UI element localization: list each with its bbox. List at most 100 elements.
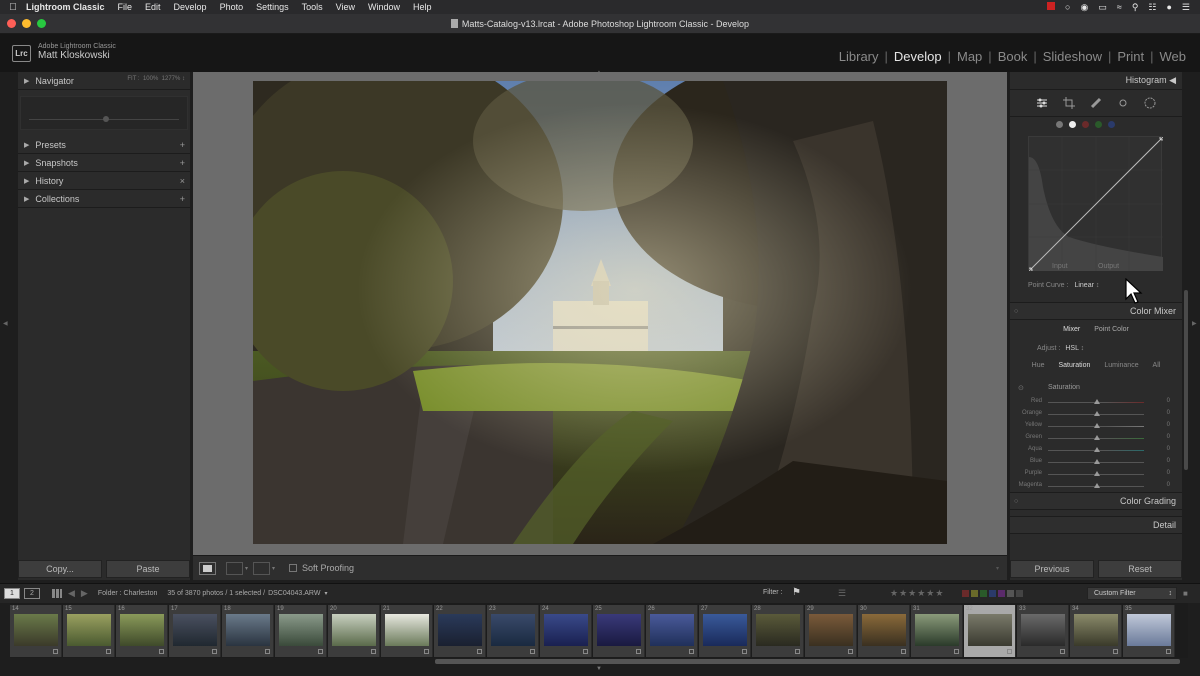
- thumbnail-image[interactable]: [279, 614, 323, 646]
- filter-lock-icon[interactable]: ■: [1183, 589, 1188, 598]
- red-app-icon[interactable]: [1047, 1, 1056, 10]
- thumbnail-image[interactable]: [756, 614, 800, 646]
- menu-settings[interactable]: Settings: [256, 2, 289, 12]
- tab-point-color[interactable]: Point Color: [1094, 326, 1129, 333]
- filmstrip-thumbnail[interactable]: 16: [116, 605, 168, 657]
- filmstrip-thumbnail[interactable]: 30: [858, 605, 910, 657]
- module-print[interactable]: Print: [1117, 49, 1144, 64]
- search-icon[interactable]: ⚲: [1132, 2, 1139, 13]
- flag-filter-icon[interactable]: ⚑: [792, 587, 801, 598]
- navigator-preview[interactable]: [20, 96, 188, 130]
- slider-knob[interactable]: [1094, 411, 1100, 416]
- slider-knob[interactable]: [1094, 423, 1100, 428]
- filmstrip-thumbnail[interactable]: 21: [381, 605, 433, 657]
- curve-graph[interactable]: [1027, 135, 1165, 273]
- control-center-icon[interactable]: ☷: [1148, 2, 1156, 13]
- snapshots-header[interactable]: ▶ Snapshots +: [18, 154, 190, 172]
- green-channel-icon[interactable]: [1095, 121, 1102, 128]
- thumbnail-image[interactable]: [544, 614, 588, 646]
- panel-toggle-icon[interactable]: ○: [1014, 493, 1018, 510]
- thumbnail-image[interactable]: [491, 614, 535, 646]
- filmstrip-thumbnail[interactable]: 33: [1017, 605, 1069, 657]
- menu-file[interactable]: File: [118, 2, 133, 12]
- loupe-view-button[interactable]: [199, 561, 216, 575]
- color-label-filter[interactable]: [962, 590, 1023, 597]
- filmstrip-thumbnail[interactable]: 14: [10, 605, 62, 657]
- red-eye-icon[interactable]: [1116, 96, 1130, 110]
- filmstrip-thumbnail[interactable]: 34: [1070, 605, 1122, 657]
- swap-button[interactable]: [253, 561, 271, 575]
- filmstrip-thumbnail[interactable]: 20: [328, 605, 380, 657]
- forward-arrow-icon[interactable]: ▶: [81, 588, 88, 599]
- rating-filter-stars[interactable]: ★★★★★★: [890, 588, 944, 599]
- masking-icon[interactable]: [1143, 96, 1157, 110]
- healing-icon[interactable]: [1089, 96, 1103, 110]
- tab-luminance[interactable]: Luminance: [1104, 362, 1138, 369]
- module-map[interactable]: Map: [957, 49, 982, 64]
- slider-knob[interactable]: [1094, 435, 1100, 440]
- menu-photo[interactable]: Photo: [220, 2, 244, 12]
- thumbnail-image[interactable]: [385, 614, 429, 646]
- record-icon[interactable]: ◉: [1080, 2, 1088, 13]
- filmstrip-thumbnail[interactable]: 23: [487, 605, 539, 657]
- clear-history-icon[interactable]: ×: [180, 176, 185, 186]
- thumbnail-image[interactable]: [332, 614, 376, 646]
- reset-button[interactable]: Reset: [1098, 560, 1182, 578]
- targeted-adjust-icon[interactable]: ⊙: [1018, 384, 1024, 392]
- grid-view-icon[interactable]: [52, 589, 62, 598]
- back-arrow-icon[interactable]: ◀: [68, 588, 75, 599]
- tab-mixer[interactable]: Mixer: [1063, 326, 1080, 333]
- add-preset-icon[interactable]: +: [180, 140, 185, 150]
- menu-tools[interactable]: Tools: [302, 2, 323, 12]
- menu-edit[interactable]: Edit: [145, 2, 161, 12]
- right-panel-scrollbar[interactable]: [1184, 290, 1188, 470]
- slider-knob[interactable]: [1094, 471, 1100, 476]
- module-book[interactable]: Book: [998, 49, 1028, 64]
- main-photo[interactable]: [253, 81, 947, 544]
- filmstrip-thumbnail[interactable]: 32: [964, 605, 1016, 657]
- collections-header[interactable]: ▶ Collections +: [18, 190, 190, 208]
- navigator-header[interactable]: ▶ Navigator FIT : 100% 1277% ↕: [18, 72, 190, 90]
- notification-icon[interactable]: ☰: [1182, 2, 1190, 13]
- thumbnail-image[interactable]: [968, 614, 1012, 646]
- filmstrip-thumbnail[interactable]: 29: [805, 605, 857, 657]
- close-icon[interactable]: [7, 19, 16, 28]
- thumbnail-image[interactable]: [703, 614, 747, 646]
- thumbnail-image[interactable]: [67, 614, 111, 646]
- point-curve-icon[interactable]: [1069, 121, 1076, 128]
- dropdown-arrow-icon[interactable]: ▾: [245, 565, 248, 572]
- toolbar-menu-icon[interactable]: ▾: [996, 565, 999, 572]
- filmstrip-thumbnail[interactable]: 26: [646, 605, 698, 657]
- crop-icon[interactable]: [1062, 96, 1076, 110]
- adjust-select[interactable]: Adjust : HSL ↕: [1037, 345, 1084, 352]
- folder-source[interactable]: Folder : Charleston: [98, 590, 158, 597]
- copy-button[interactable]: Copy...: [18, 560, 102, 578]
- thumbnail-image[interactable]: [809, 614, 853, 646]
- parametric-curve-icon[interactable]: [1056, 121, 1063, 128]
- tab-all[interactable]: All: [1153, 362, 1161, 369]
- collapse-right-icon[interactable]: ▶: [1192, 320, 1197, 327]
- menu-develop[interactable]: Develop: [174, 2, 207, 12]
- module-slideshow[interactable]: Slideshow: [1043, 49, 1102, 64]
- navigator-slider-knob[interactable]: [103, 116, 109, 122]
- previous-button[interactable]: Previous: [1010, 560, 1094, 578]
- filmstrip-thumbnail[interactable]: 31: [911, 605, 963, 657]
- paste-button[interactable]: Paste: [106, 560, 190, 578]
- menu-window[interactable]: Window: [368, 2, 400, 12]
- soft-proofing-checkbox[interactable]: [289, 564, 298, 572]
- menu-app[interactable]: Lightroom Classic: [26, 2, 105, 12]
- color-mixer-header[interactable]: ○ Color Mixer: [1010, 302, 1182, 320]
- thumbnail-image[interactable]: [915, 614, 959, 646]
- filmstrip-thumbnail[interactable]: 28: [752, 605, 804, 657]
- filmstrip-thumbnail[interactable]: 22: [434, 605, 486, 657]
- creative-cloud-icon[interactable]: ○: [1065, 2, 1070, 13]
- before-after-button[interactable]: [226, 561, 243, 575]
- slider-knob[interactable]: [1094, 447, 1100, 452]
- filmstrip-thumbnail[interactable]: 17: [169, 605, 221, 657]
- point-curve-select[interactable]: Point Curve : Linear ↕: [1028, 282, 1099, 289]
- module-web[interactable]: Web: [1160, 49, 1187, 64]
- minimize-icon[interactable]: [22, 19, 31, 28]
- detail-header[interactable]: Detail: [1010, 516, 1182, 534]
- thumbnail-image[interactable]: [1021, 614, 1065, 646]
- red-channel-icon[interactable]: [1082, 121, 1089, 128]
